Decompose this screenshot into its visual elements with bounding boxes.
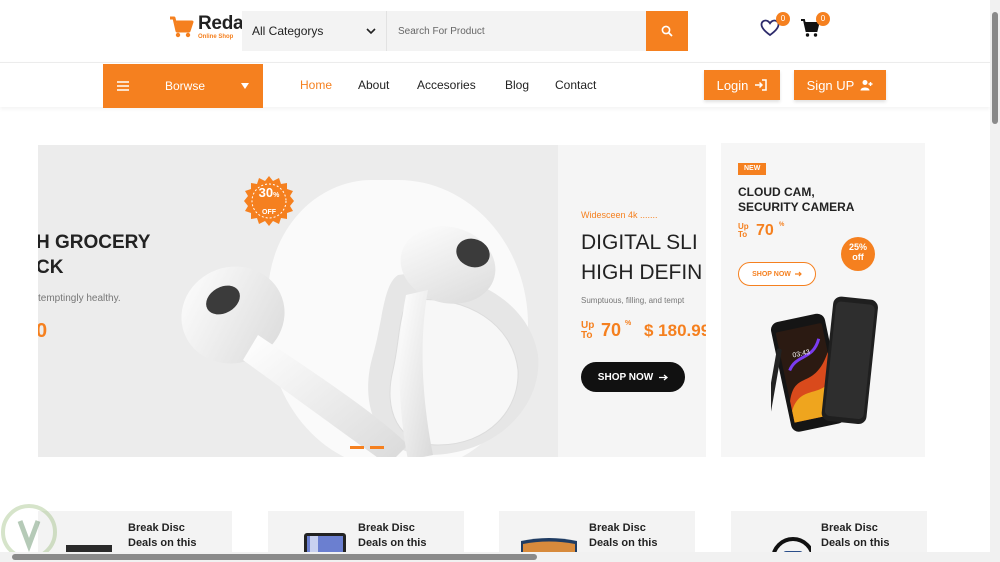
search-bar: All Categorys <box>242 11 688 51</box>
deal-line2: Deals on this <box>128 537 197 550</box>
search-button[interactable] <box>646 11 688 51</box>
logo-name: Reda <box>198 13 244 34</box>
discount-seal-value: 30 <box>258 185 274 200</box>
page: Reda Online Shop All Categorys 0 0 Borws… <box>0 0 1000 562</box>
promo-upto-line2: To <box>738 229 748 239</box>
hamburger-menu-icon <box>117 81 129 91</box>
hero-slide-a-title-line2: CK <box>38 257 64 278</box>
deal-line1: Break Disc <box>128 522 185 534</box>
hero-slide-b-discount: 70 <box>601 320 622 340</box>
caret-down-icon <box>241 83 249 89</box>
deal-text: Break Disc Deals on this <box>821 521 889 552</box>
deal-line2: Deals on this <box>821 537 890 550</box>
hero-carousel: H GROCERY CK temptingly healthy. 0 30% O… <box>38 145 706 457</box>
deal-line1: Break Disc <box>821 522 878 534</box>
signup-label: Sign UP <box>806 77 855 93</box>
login-arrow-icon <box>755 79 768 91</box>
deal-text: Break Disc Deals on this <box>589 521 657 552</box>
shop-now-button[interactable]: SHOP NOW <box>581 362 685 392</box>
discount-seal-pct: % <box>273 192 280 199</box>
hero-slide-a-subtitle: temptingly healthy. <box>38 293 121 304</box>
hero-slide-a-price: 0 <box>38 320 48 342</box>
promo-card-camera[interactable]: NEW CLOUD CAM, SECURITY CAMERA Up To 70 … <box>721 143 925 457</box>
login-button[interactable]: Login <box>704 70 780 100</box>
wishlist-count-badge: 0 <box>776 12 790 26</box>
promo-upto: Up To <box>738 223 749 239</box>
smartphone-image: 03:43 <box>771 296 878 432</box>
browse-categories-button[interactable]: Borwse <box>103 64 263 108</box>
carousel-dot[interactable] <box>370 446 384 449</box>
search-icon <box>661 25 673 37</box>
logo-tagline: Online Shop <box>198 34 234 40</box>
promo-discount: 70 <box>756 222 774 239</box>
hero-slide-b-title-line1: DIGITAL SLI <box>581 231 698 254</box>
cart-count-badge: 0 <box>816 12 830 26</box>
nav-link-accesories[interactable]: Accesories <box>417 78 476 92</box>
hero-slide-tv: Widesceen 4k ....... DIGITAL SLI HIGH DE… <box>558 145 706 457</box>
horizontal-scrollbar[interactable] <box>0 552 990 562</box>
vertical-scrollbar-thumb[interactable] <box>992 12 998 124</box>
nav-link-home[interactable]: Home <box>300 78 332 92</box>
hero-slide-b-kicker: Widesceen 4k ....... <box>581 210 658 220</box>
earbuds-image <box>181 226 539 457</box>
main-nav: Borwse Home About Accesories Blog Contac… <box>0 62 990 108</box>
hero-slide-b-subtitle: Sumptuous, filling, and tempt <box>581 296 685 305</box>
search-input[interactable] <box>387 11 646 51</box>
promo-discount-pct: % <box>779 222 785 228</box>
category-select-value: All Categorys <box>252 24 324 38</box>
wishlist-button[interactable]: 0 <box>760 12 790 42</box>
category-select[interactable]: All Categorys <box>242 11 387 51</box>
hero-slide-earbuds: H GROCERY CK temptingly healthy. 0 30% O… <box>38 145 558 457</box>
vertical-scrollbar[interactable] <box>990 0 1000 562</box>
hero-slide-a-title-line1: H GROCERY <box>38 232 151 253</box>
deal-text: Break Disc Deals on this <box>128 521 196 552</box>
promo-circle-off: off <box>852 252 864 263</box>
hero-slide-b-title-line2: HIGH DEFIN <box>581 261 703 284</box>
add-user-icon <box>860 80 873 91</box>
cart-logo-icon <box>170 16 194 38</box>
hero-slide-b-price: $ 180.99 <box>644 321 706 340</box>
deal-line2: Deals on this <box>358 537 427 550</box>
cart-button[interactable]: 0 <box>800 12 830 42</box>
new-badge: NEW <box>738 163 767 175</box>
promo-title-line1: CLOUD CAM, <box>738 185 815 199</box>
arrow-right-icon <box>794 271 802 277</box>
signup-button[interactable]: Sign UP <box>794 70 886 100</box>
login-label: Login <box>716 77 749 93</box>
hero-slide-b-upto: Up To <box>581 321 594 341</box>
deal-line1: Break Disc <box>589 522 646 534</box>
nav-link-about[interactable]: About <box>358 78 389 92</box>
hero-slide-b-discount-pct: % <box>625 320 632 327</box>
deal-line2: Deals on this <box>589 537 658 550</box>
upto-line2: To <box>581 329 593 341</box>
chevron-down-icon <box>366 28 376 35</box>
promo-title-line2: SECURITY CAMERA <box>738 200 855 214</box>
deal-text: Break Disc Deals on this <box>358 521 426 552</box>
nav-link-blog[interactable]: Blog <box>505 78 529 92</box>
promo-circle-value: 25% <box>848 242 867 252</box>
promo-card-title: CLOUD CAM, SECURITY CAMERA <box>738 185 854 215</box>
carousel-dot[interactable] <box>350 446 364 449</box>
shop-now-label: SHOP NOW <box>597 371 654 383</box>
promo-shop-now-label: SHOP NOW <box>752 270 791 278</box>
promo-shop-now-button[interactable]: SHOP NOW <box>738 262 816 286</box>
browse-label: Borwse <box>165 79 206 93</box>
arrow-right-icon <box>659 374 669 380</box>
deal-line1: Break Disc <box>358 522 415 534</box>
nav-link-contact[interactable]: Contact <box>555 78 596 92</box>
horizontal-scrollbar-thumb[interactable] <box>12 554 537 560</box>
carousel-indicators <box>350 446 384 449</box>
logo[interactable]: Reda Online Shop <box>168 13 244 40</box>
promo-discount-circle: 25% off <box>841 237 875 271</box>
